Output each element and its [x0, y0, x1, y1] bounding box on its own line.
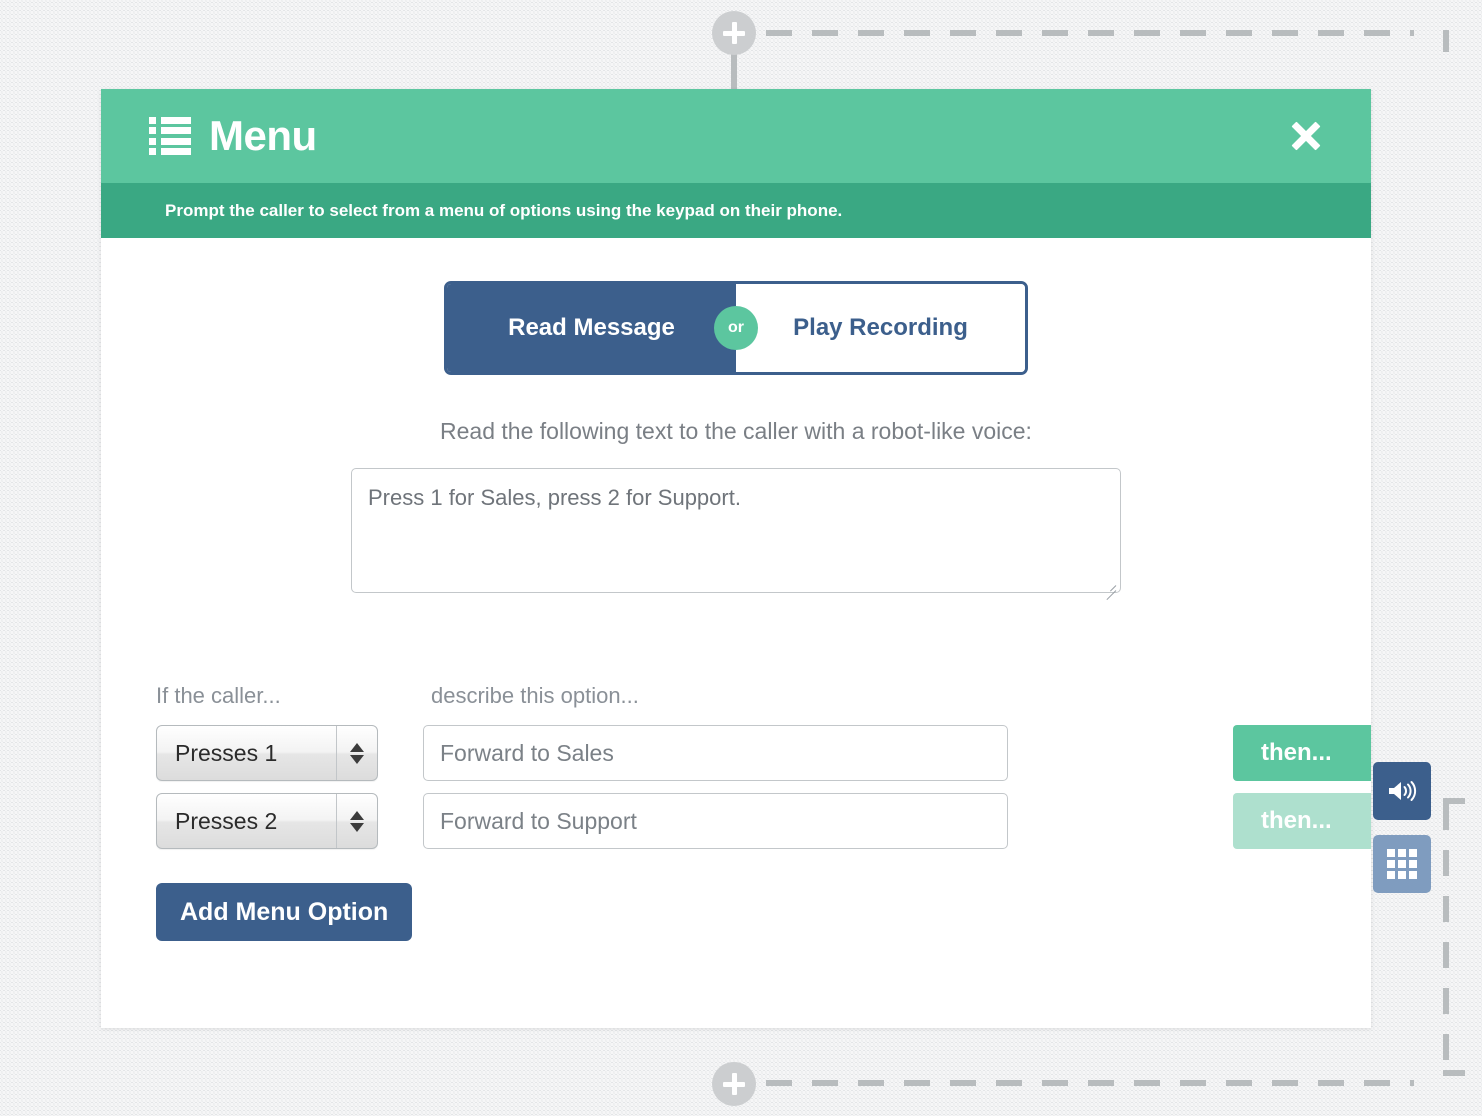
condition-select-1[interactable]: Presses 1	[156, 725, 378, 781]
menu-step-modal: Menu Prompt the caller to select from a …	[101, 89, 1371, 1028]
speaker-icon-button[interactable]	[1373, 762, 1431, 820]
then-tab-1[interactable]: then...	[1233, 725, 1371, 781]
branch-connector-corner-bottom	[1443, 1070, 1465, 1076]
add-step-top-button[interactable]	[712, 11, 756, 55]
message-mode-toggle: Read Message or Play Recording	[444, 281, 1028, 375]
condition-select-2-value: Presses 2	[175, 807, 278, 834]
page-title: Menu	[209, 112, 317, 159]
message-mode-toggle-wrap: Read Message or Play Recording	[101, 281, 1371, 375]
tab-play-recording[interactable]: Play Recording	[736, 284, 1025, 372]
column-header-description: describe this option...	[431, 683, 639, 708]
keypad-icon-button[interactable]	[1373, 835, 1431, 893]
description-input-1[interactable]	[423, 725, 1008, 781]
modal-body: Read Message or Play Recording Read the …	[101, 281, 1371, 1028]
close-icon[interactable]	[1283, 113, 1329, 159]
description-input-2[interactable]	[423, 793, 1008, 849]
list-icon	[149, 117, 191, 155]
bottom-connector-line	[766, 1080, 1414, 1086]
table-row: Presses 2 then...	[156, 793, 1371, 849]
or-badge: or	[714, 306, 758, 350]
keypad-icon	[1387, 849, 1417, 879]
speaker-icon	[1389, 781, 1417, 801]
add-menu-option-button[interactable]: Add Menu Option	[156, 883, 413, 941]
message-textarea[interactable]	[351, 468, 1121, 593]
column-header-condition: If the caller...	[156, 683, 281, 708]
message-textarea-wrap	[101, 468, 1371, 601]
condition-select-1-value: Presses 1	[175, 739, 278, 766]
top-connector-stem	[731, 54, 737, 90]
read-text-label: Read the following text to the caller wi…	[440, 418, 1032, 444]
top-connector-line	[766, 30, 1414, 36]
add-step-bottom-button[interactable]	[712, 1062, 756, 1106]
modal-subtitle: Prompt the caller to select from a menu …	[101, 183, 1371, 238]
condition-select-2[interactable]: Presses 2	[156, 793, 378, 849]
then-tab-2[interactable]: then...	[1233, 793, 1371, 849]
table-row: Presses 1 then...	[156, 725, 1371, 781]
branch-connector-line	[1443, 804, 1449, 1076]
chevron-updown-icon[interactable]	[336, 726, 377, 780]
modal-header: Menu	[101, 89, 1371, 183]
menu-options-header: If the caller... describe this option...	[156, 683, 1371, 709]
chevron-updown-icon[interactable]	[336, 794, 377, 848]
top-connector-corner	[1443, 30, 1449, 52]
menu-options-section: If the caller... describe this option...…	[101, 683, 1371, 941]
tab-read-message[interactable]: Read Message	[447, 284, 736, 372]
